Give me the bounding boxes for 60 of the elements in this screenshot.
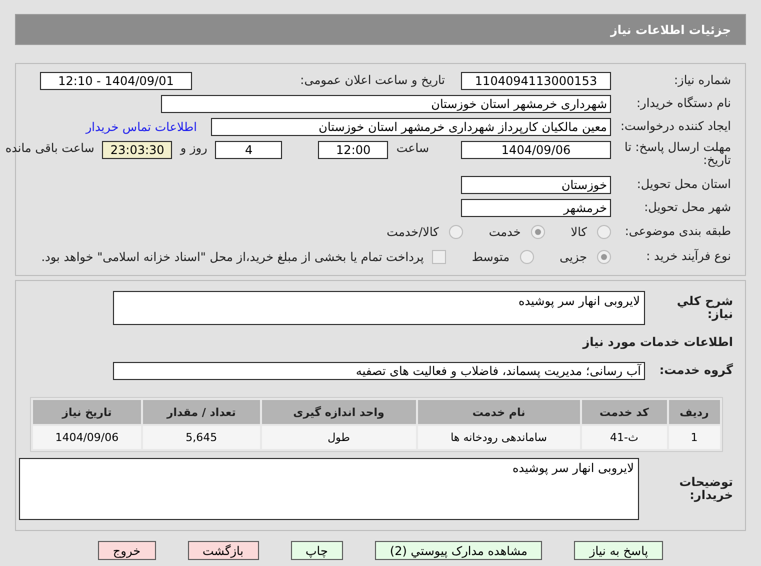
province-field: خوزستان [461,176,611,194]
radio-button[interactable] [597,250,611,264]
table-cell: 5,645 [142,426,260,449]
deadline-time-field: 12:00 [318,141,388,159]
field-label: تاریخ و ساعت اعلان عمومی: [299,74,446,88]
radio-label: خدمت [488,225,521,239]
action-button[interactable]: پاسخ به نیاز [574,541,664,560]
table-cell: 1404/09/06 [33,426,141,449]
need-number-field: 1104094113000153 [461,72,611,90]
deadline-date-field: 1404/09/06 [461,141,611,159]
radio-label: کالا [570,225,587,239]
table-cell: طول [262,426,416,449]
action-button[interactable]: خروج [98,541,156,560]
announce-date-field: 1404/09/01 - 12:10 [40,72,192,90]
radio-label: جزیی [560,250,587,264]
table-cell: ث-41 [582,426,667,449]
field-label: طبقه بندی موضوعی: [624,225,731,239]
contact-link[interactable]: اطلاعات تماس خریدار [86,120,197,134]
field-label: استان محل تحویل: [636,178,731,192]
remaining-label: ساعت باقی مانده [5,141,94,155]
field-label: گروه خدمت: [658,364,733,378]
summary-field: لایروبی انهار سر پوشیده [113,291,645,325]
field-label: نام دستگاه خریدار: [636,97,731,111]
radio-button[interactable] [597,225,611,239]
page-title: جزئیات اطلاعات نیاز [15,14,746,45]
field-label: نوع فرآیند خرید : [645,250,731,264]
column-header: ردیف [668,400,720,424]
radio-button[interactable] [530,225,545,239]
action-button[interactable]: مشاهده مدارک پیوستي (2) [374,541,542,560]
field-label: شرح کلي نياز: [676,294,733,322]
table-cell: 1 [668,426,720,449]
buyer-notes-field: لایروبی انهار سر پوشیده [19,458,639,520]
column-header: واحد اندازه گیری [262,400,416,424]
column-header: نام خدمت [418,400,580,424]
field-label: ایجاد کننده درخواست: [619,120,731,134]
radio-button[interactable] [520,250,534,264]
radio-button[interactable] [448,225,463,239]
field-label: مهلت ارسال پاسخ: تا تاریخ: [623,141,731,168]
remaining-time-field: 23:03:30 [102,141,172,159]
table-cell: ساماندهی رودخانه ها [418,426,580,449]
column-header: تاریخ نیاز [33,400,141,424]
requester-field: معین مالکیان کارپرداز شهرداری خرمشهر استان خوزستان [211,118,611,136]
column-header: تعداد / مقدار [142,400,260,424]
buyer-org-field: شهرداری خرمشهر استان خوزستان [161,95,611,113]
column-header: کد خدمت [582,400,667,424]
field-label: شهر محل تحویل: [643,201,731,215]
service-group-field: آب رسانی؛ مدیریت پسماند، فاضلاب و فعالیت های تصفیه [113,362,645,380]
field-label: شماره نیاز: [673,74,731,88]
days-field: 4 [215,141,282,159]
checkbox[interactable] [432,250,446,264]
city-field: خرمشهر [461,199,611,217]
days-label: روز و [180,141,208,155]
time-label: ساعت [396,141,429,155]
action-button[interactable]: چاپ [290,541,343,560]
radio-label: کالا/خدمت [386,225,439,239]
radio-label: متوسط [472,250,510,264]
section-title: اطلاعات خدمات مورد نیاز [582,335,733,349]
field-label: توضیحات خریدار: [678,476,733,502]
checkbox-label: پرداخت تمام یا بخشی از مبلغ خرید،از محل "اسناد خزانه اسلامی" خواهد بود. [41,250,424,264]
action-button[interactable]: بازگشت [188,541,258,560]
